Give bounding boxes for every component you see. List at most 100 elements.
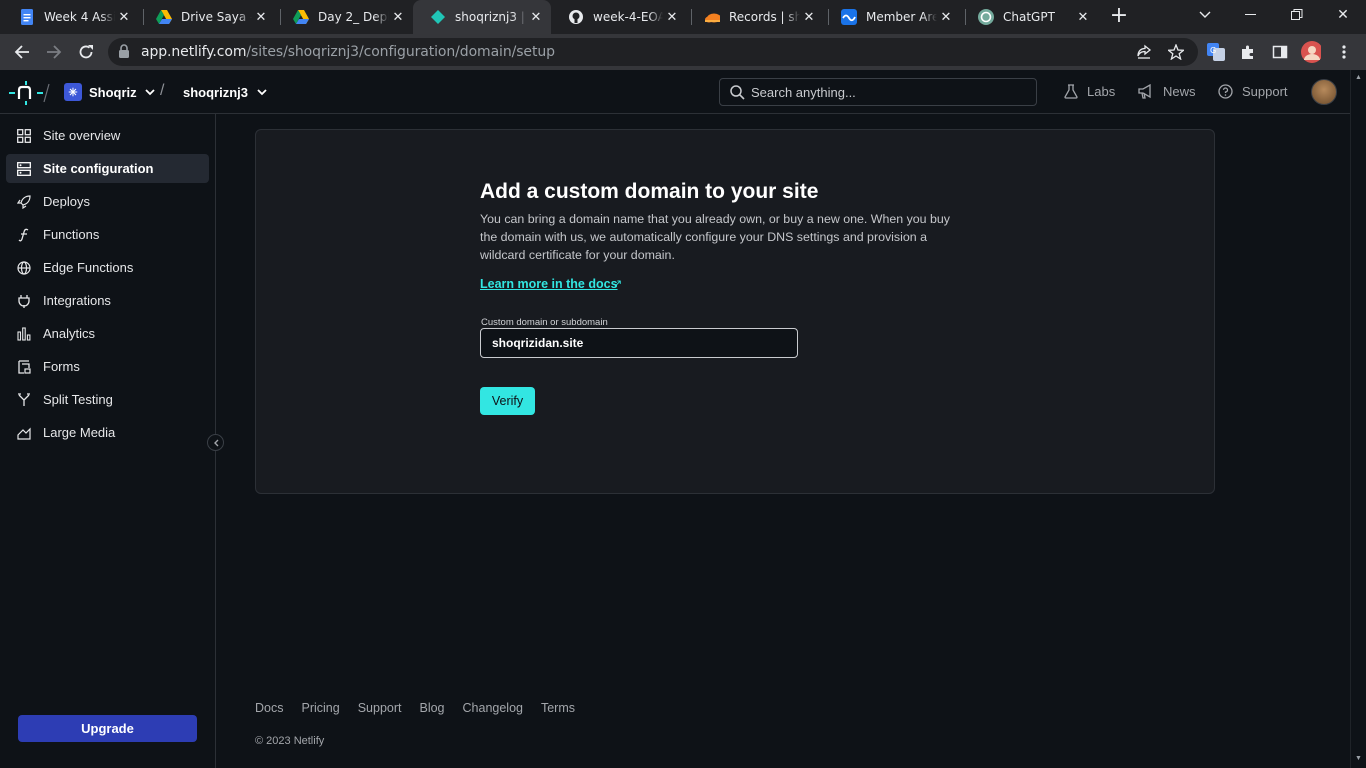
domain-field-label: Custom domain or subdomain: [481, 317, 608, 328]
vertical-scrollbar[interactable]: ▲ ▼: [1350, 70, 1366, 768]
close-icon[interactable]: ✕: [937, 10, 955, 25]
lock-icon[interactable]: [118, 44, 130, 63]
footer-link-blog[interactable]: Blog: [419, 701, 444, 715]
sidebar: Site overview Site configuration Deploys…: [0, 114, 224, 768]
forms-icon: [15, 359, 33, 374]
tab-title: ChatGPT: [1003, 10, 1055, 24]
rocket-icon: [15, 194, 33, 209]
user-avatar[interactable]: [1311, 79, 1337, 105]
sidebar-item-large-media[interactable]: Large Media: [6, 418, 209, 447]
scroll-up-icon[interactable]: ▲: [1355, 74, 1362, 81]
google-translate-icon[interactable]: G: [1206, 42, 1226, 62]
profile-avatar-icon[interactable]: [1301, 41, 1321, 63]
site-selector[interactable]: shoqriznj3: [183, 85, 267, 100]
minimize-button[interactable]: [1228, 0, 1274, 30]
browser-tab[interactable]: ChatGPT ✕: [961, 0, 1098, 34]
upgrade-button[interactable]: Upgrade: [18, 715, 197, 742]
media-icon: [15, 426, 33, 440]
breadcrumb-separator: /: [160, 82, 165, 99]
close-icon[interactable]: ✕: [1074, 10, 1092, 25]
close-icon[interactable]: ✕: [115, 10, 133, 25]
function-icon: [15, 228, 33, 242]
footer-link-docs[interactable]: Docs: [255, 701, 283, 715]
bar-chart-icon: [15, 326, 33, 341]
kebab-menu-icon[interactable]: [1334, 42, 1354, 62]
share-icon[interactable]: [1134, 42, 1154, 62]
star-icon[interactable]: [1166, 42, 1186, 62]
close-window-button[interactable]: ✕: [1320, 0, 1366, 30]
footer-link-changelog[interactable]: Changelog: [463, 701, 523, 715]
search-icon: [730, 85, 745, 105]
team-icon: ✳: [64, 83, 82, 101]
netlify-icon: [430, 9, 446, 25]
sidebar-item-analytics[interactable]: Analytics: [6, 319, 209, 348]
search-input[interactable]: Search anything...: [719, 78, 1037, 106]
side-panel-icon[interactable]: [1270, 42, 1290, 62]
browser-tab[interactable]: week-4-EOA01 ✕: [551, 0, 687, 34]
cloudflare-icon: [704, 9, 720, 25]
sidebar-item-functions[interactable]: Functions: [6, 220, 209, 249]
footer-links: Docs Pricing Support Blog Changelog Term…: [255, 701, 593, 715]
tab-title: Drive Saya - Google Drive: [181, 10, 252, 24]
netlify-logo-icon[interactable]: [8, 80, 50, 111]
new-tab-button[interactable]: +: [1108, 5, 1130, 27]
verify-button[interactable]: Verify: [480, 387, 535, 415]
copyright: © 2023 Netlify: [255, 735, 325, 747]
browser-tab-active[interactable]: shoqriznj3 | Netlify ✕: [413, 0, 551, 34]
collapse-sidebar-button[interactable]: [207, 434, 224, 451]
browser-tab[interactable]: Week 4 Assignment ✕: [2, 0, 139, 34]
search-placeholder: Search anything...: [751, 85, 856, 100]
reload-button[interactable]: [74, 40, 98, 64]
google-drive-icon: [156, 9, 172, 25]
browser-tab[interactable]: Day 2_ Deploy ✕: [276, 0, 413, 34]
close-icon[interactable]: ✕: [389, 10, 407, 25]
team-selector[interactable]: ✳ Shoqriz: [64, 83, 155, 101]
scroll-down-icon[interactable]: ▼: [1355, 755, 1362, 762]
browser-tab[interactable]: Drive Saya - Google Drive ✕: [139, 0, 276, 34]
tab-title: shoqriznj3 | Netlify: [455, 10, 527, 24]
close-icon[interactable]: ✕: [800, 10, 818, 25]
google-drive-icon: [293, 9, 309, 25]
sidebar-item-site-configuration[interactable]: Site configuration: [6, 154, 209, 183]
back-button[interactable]: [10, 40, 34, 64]
grid-icon: [15, 128, 33, 143]
site-name: shoqriznj3: [183, 85, 249, 100]
extensions-icon[interactable]: [1238, 42, 1258, 62]
config-icon: [15, 161, 33, 176]
tab-title: Records | shoqrizidan: [729, 10, 800, 24]
browser-toolbar: app.netlify.com/sites/shoqriznj3/configu…: [0, 34, 1366, 70]
close-icon[interactable]: ✕: [663, 10, 681, 25]
browser-tab[interactable]: Member Area ✕: [824, 0, 961, 34]
chatgpt-icon: [978, 9, 994, 25]
footer-link-terms[interactable]: Terms: [541, 701, 575, 715]
tab-title: Day 2_ Deploy: [318, 10, 389, 24]
close-icon[interactable]: ✕: [252, 10, 270, 25]
external-link-icon: ↗: [613, 278, 623, 290]
address-bar[interactable]: app.netlify.com/sites/shoqriznj3/configu…: [108, 38, 1198, 66]
sidebar-item-integrations[interactable]: Integrations: [6, 286, 209, 315]
browser-tab[interactable]: Records | shoqrizidan ✕: [687, 0, 824, 34]
sidebar-item-split-testing[interactable]: Split Testing: [6, 385, 209, 414]
footer-link-support[interactable]: Support: [358, 701, 402, 715]
megaphone-icon: [1138, 84, 1154, 99]
help-circle-icon: [1218, 84, 1233, 99]
footer-link-pricing[interactable]: Pricing: [301, 701, 339, 715]
custom-domain-input[interactable]: [480, 328, 798, 358]
learn-more-link[interactable]: Learn more in the docs: [480, 277, 618, 291]
close-icon[interactable]: ✕: [527, 10, 545, 25]
tab-search-button[interactable]: [1182, 0, 1228, 30]
sidebar-item-edge-functions[interactable]: Edge Functions: [6, 253, 209, 282]
sidebar-item-site-overview[interactable]: Site overview: [6, 121, 209, 150]
svg-text:G: G: [1210, 46, 1216, 55]
chevron-down-icon: [145, 88, 155, 96]
labs-link[interactable]: Labs: [1064, 84, 1115, 99]
news-link[interactable]: News: [1138, 84, 1196, 99]
support-link[interactable]: Support: [1218, 84, 1288, 99]
page-title: Add a custom domain to your site: [480, 180, 819, 203]
restore-button[interactable]: [1274, 0, 1320, 30]
url-text[interactable]: app.netlify.com/sites/shoqriznj3/configu…: [141, 44, 555, 60]
plug-icon: [15, 294, 33, 308]
sidebar-item-deploys[interactable]: Deploys: [6, 187, 209, 216]
forward-button[interactable]: [42, 40, 66, 64]
sidebar-item-forms[interactable]: Forms: [6, 352, 209, 381]
